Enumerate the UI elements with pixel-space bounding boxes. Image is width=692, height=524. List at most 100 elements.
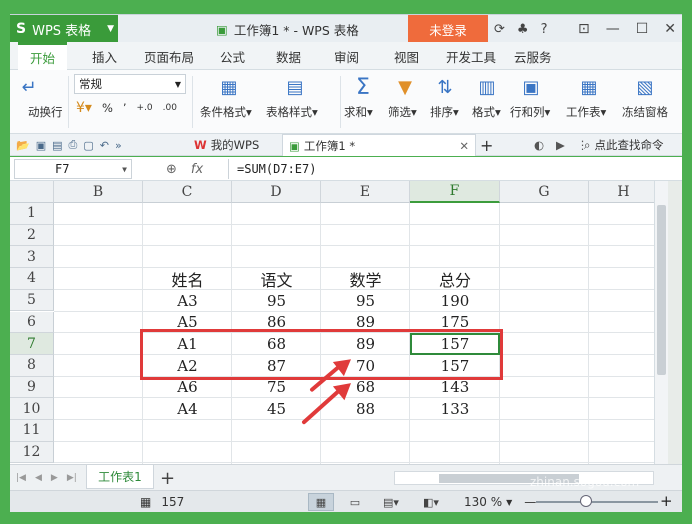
- tab-review[interactable]: 审阅: [334, 42, 359, 70]
- tab-view[interactable]: 视图: [394, 42, 419, 70]
- new-tab-button[interactable]: +: [480, 134, 493, 156]
- function-icon[interactable]: fx: [191, 162, 203, 177]
- backup-icon[interactable]: ◐: [534, 138, 544, 152]
- preview-icon[interactable]: ▢: [83, 139, 93, 152]
- spreadsheet-grid[interactable]: B C D E F G H 1 2 3 4 5 6 7 8 9 10 11 12 姓名 语文 数学 总分 A3 95 95 190 A…: [10, 181, 654, 464]
- tab-my-wps[interactable]: W 我的WPS: [188, 134, 265, 156]
- sort-icon[interactable]: ⇅: [432, 74, 458, 100]
- filter-button[interactable]: 筛选 ▾: [388, 104, 417, 120]
- currency-icon[interactable]: ¥▾: [76, 100, 92, 116]
- tab-tools: ◐ ▶ ⋮: [534, 134, 588, 156]
- quick-access-icons: 📂 ▣ ▤ ⎙ ▢ ↶ »: [16, 134, 122, 156]
- export-pdf-icon[interactable]: ▤: [52, 139, 62, 152]
- tab-workbook1[interactable]: ▣ 工作簿1 * ✕: [282, 134, 476, 156]
- sync-icon[interactable]: ⟳: [494, 22, 505, 37]
- prev-sheet-icon[interactable]: ◀: [35, 473, 42, 483]
- restore-ui-icon[interactable]: ⊡: [578, 21, 590, 37]
- tab-page-layout[interactable]: 页面布局: [144, 42, 194, 70]
- window-title: ▣ 工作簿1 * - WPS 表格: [216, 21, 359, 38]
- vertical-scrollbar[interactable]: [654, 181, 668, 464]
- normal-view-button[interactable]: ▦: [308, 493, 334, 511]
- table-style-icon[interactable]: ▤: [282, 74, 308, 100]
- menu-bar: 开始 插入 页面布局 公式 数据 审阅 视图 开发工具 云服务: [10, 42, 682, 70]
- tab-data[interactable]: 数据: [276, 42, 301, 70]
- add-sheet-button[interactable]: +: [160, 465, 175, 491]
- next-sheet-icon[interactable]: ▶: [51, 473, 58, 483]
- close-button[interactable]: ✕: [664, 21, 676, 37]
- page-layout-view-button[interactable]: ▭: [342, 493, 368, 511]
- undo-icon[interactable]: ↶: [100, 139, 109, 152]
- share-icon[interactable]: ▶: [556, 138, 565, 152]
- open-icon[interactable]: 📂: [16, 139, 30, 152]
- format-button[interactable]: 格式 ▾: [472, 104, 501, 120]
- sort-button[interactable]: 排序 ▾: [430, 104, 459, 120]
- wrap-text-icon[interactable]: ↵: [18, 76, 40, 98]
- zoom-level[interactable]: 130 %: [464, 495, 502, 509]
- freeze-panes-button[interactable]: 冻结窗格: [622, 104, 668, 120]
- tab-formulas[interactable]: 公式: [220, 42, 245, 70]
- sheet-doc-icon: ▣: [289, 138, 300, 153]
- increase-decimal-button[interactable]: +.0: [137, 103, 153, 113]
- format-icon[interactable]: ▥: [474, 74, 500, 100]
- minimize-button[interactable]: —: [606, 21, 620, 37]
- sheet-tab-1[interactable]: 工作表1: [86, 465, 154, 489]
- decrease-decimal-button[interactable]: .00: [163, 103, 177, 113]
- side-panel-strip: [668, 181, 682, 464]
- autosum-button[interactable]: 求和 ▾: [344, 104, 373, 120]
- worksheet-icon[interactable]: ▦: [576, 74, 602, 100]
- table-style-button[interactable]: 表格样式 ▾: [266, 104, 318, 120]
- command-search[interactable]: ⌕ 点此查找命令: [584, 134, 663, 156]
- tab-cloud[interactable]: 云服务: [514, 42, 552, 70]
- zoom-slider[interactable]: [536, 501, 658, 503]
- name-box[interactable]: F7 ▼: [14, 159, 132, 179]
- quick-access-bar: 📂 ▣ ▤ ⎙ ▢ ↶ » W 我的WPS ▣ 工作簿1 * ✕ + ◐ ▶ ⋮…: [10, 134, 682, 156]
- thousands-button[interactable]: ’: [123, 101, 127, 115]
- vertical-scroll-thumb[interactable]: [657, 205, 666, 375]
- skin-icon[interactable]: ♣: [517, 22, 529, 37]
- rows-cols-icon[interactable]: ▣: [518, 74, 544, 100]
- wps-w-icon: W: [194, 138, 207, 152]
- close-tab-icon[interactable]: ✕: [459, 139, 469, 153]
- ribbon: ↵ 动换行 常规 ▼ ¥▾ % ’ +.0 .00 ▦ 条件格式 ▾ ▤ 表格样…: [10, 70, 682, 134]
- conditional-format-icon[interactable]: ▦: [216, 74, 242, 100]
- page-break-view-button[interactable]: ▤▾: [378, 493, 404, 511]
- app-menu-button[interactable]: S WPS 表格 ▼: [10, 15, 118, 43]
- sum-grid-icon: ▦: [140, 495, 152, 509]
- rows-cols-button[interactable]: 行和列 ▾: [510, 104, 550, 120]
- worksheet-button[interactable]: 工作表 ▾: [566, 104, 606, 120]
- login-button[interactable]: 未登录: [408, 15, 488, 43]
- formula-bar: F7 ▼ ⊕ fx =SUM(D7:E7): [10, 157, 682, 181]
- wrap-text-button[interactable]: 动换行: [28, 104, 63, 120]
- first-sheet-icon[interactable]: |◀: [16, 473, 26, 483]
- app-window: S WPS 表格 ▼ ▣ 工作簿1 * - WPS 表格 未登录 ⟳ ♣ ? ⊡…: [0, 0, 692, 524]
- watermark-brand: 搜狗指南: [514, 444, 579, 463]
- sum-icon[interactable]: Σ: [350, 74, 376, 100]
- freeze-panes-icon[interactable]: ▧: [632, 74, 658, 100]
- last-sheet-icon[interactable]: ▶|: [67, 473, 77, 483]
- title-bar: S WPS 表格 ▼ ▣ 工作簿1 * - WPS 表格 未登录 ⟳ ♣ ? ⊡…: [10, 14, 682, 43]
- tab-developer[interactable]: 开发工具: [446, 42, 496, 70]
- zoom-out-button[interactable]: —: [524, 495, 536, 509]
- annotation-arrows: [302, 359, 351, 425]
- more-icon[interactable]: »: [115, 139, 122, 152]
- zoom-search-icon[interactable]: ⊕: [166, 162, 177, 177]
- reading-mode-button[interactable]: ◧▾: [418, 493, 444, 511]
- zoom-slider-knob[interactable]: [580, 495, 592, 507]
- conditional-format-button[interactable]: 条件格式 ▾: [200, 104, 252, 120]
- tab-insert[interactable]: 插入: [92, 42, 117, 70]
- print-icon[interactable]: ⎙: [69, 138, 78, 152]
- zoom-control: 130 % ▼ —: [464, 491, 536, 513]
- save-icon[interactable]: ▣: [36, 139, 46, 152]
- filter-icon[interactable]: ▼: [392, 74, 418, 100]
- maximize-button[interactable]: ☐: [636, 21, 649, 37]
- document-icon: ▣: [216, 21, 228, 37]
- number-format-select[interactable]: 常规 ▼: [74, 74, 186, 94]
- tab-home[interactable]: 开始: [18, 42, 68, 70]
- zoom-dropdown-icon[interactable]: ▼: [506, 498, 512, 507]
- zoom-in-button[interactable]: +: [660, 492, 673, 510]
- help-icon[interactable]: ?: [541, 22, 548, 37]
- percent-button[interactable]: %: [102, 101, 113, 115]
- chevron-down-icon: ▼: [122, 164, 127, 174]
- chevron-down-icon: ▼: [107, 24, 114, 34]
- formula-input[interactable]: =SUM(D7:E7): [228, 159, 668, 179]
